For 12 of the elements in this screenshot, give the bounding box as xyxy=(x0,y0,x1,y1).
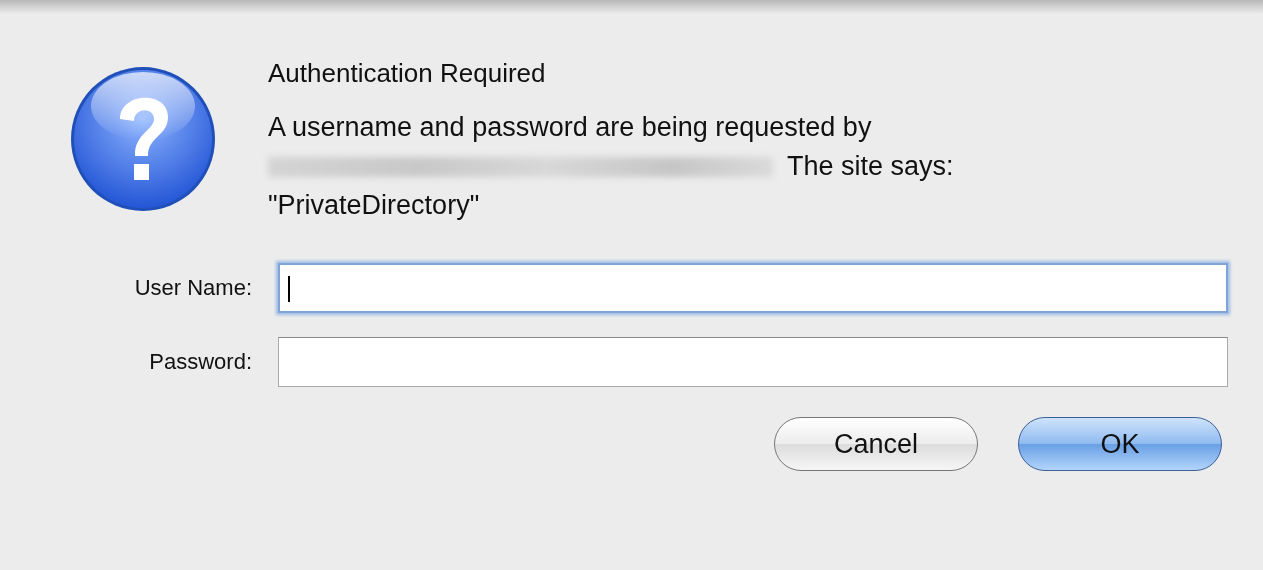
message-text: A username and password are being requested by xyxy=(268,111,873,144)
password-field[interactable] xyxy=(278,337,1228,387)
realm-text: "PrivateDirectory" xyxy=(268,189,481,222)
question-icon xyxy=(68,64,218,214)
dialog-title: Authentication Required xyxy=(268,58,547,88)
message-text: The site says: xyxy=(787,150,954,183)
text-cursor xyxy=(288,276,290,302)
cancel-button[interactable]: Cancel xyxy=(774,417,978,471)
field-label: User Name: xyxy=(133,275,253,301)
username-field[interactable] xyxy=(278,263,1228,313)
field-label: Password: xyxy=(148,349,253,375)
ok-button[interactable]: OK xyxy=(1018,417,1222,471)
